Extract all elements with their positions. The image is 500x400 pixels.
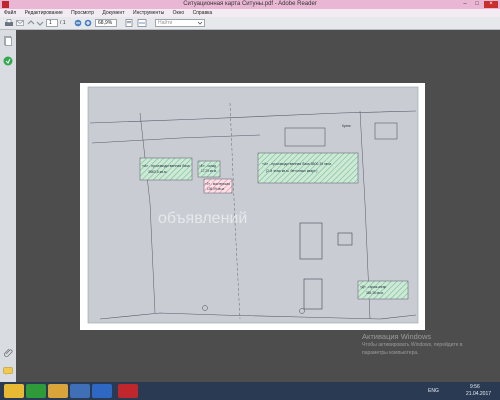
toolbar: 1 / 1 68,9% Найти [0, 17, 500, 30]
start-button[interactable] [4, 384, 24, 398]
menu-window[interactable]: Окно [173, 10, 185, 16]
svg-text:385,38 кв.м.: 385,38 кв.м. [366, 291, 384, 295]
paperclip-icon[interactable] [4, 348, 13, 357]
watermark-text: объявлений [158, 210, 247, 227]
previous-page-icon[interactable] [27, 19, 35, 27]
file-explorer-icon[interactable] [48, 384, 68, 398]
email-icon[interactable] [16, 19, 24, 27]
adobe-reader-taskbar-icon[interactable] [118, 384, 138, 398]
building-a-shape [139, 157, 193, 181]
menu-edit[interactable]: Редактирование [25, 10, 63, 16]
clock-time[interactable]: 9:56 [470, 384, 480, 390]
minimize-button[interactable]: – [460, 1, 470, 8]
menu-help[interactable]: Справка [193, 10, 213, 16]
svg-text:Кухня: Кухня [342, 124, 351, 128]
svg-text:«Д» - гараж-ангар: «Д» - гараж-ангар [360, 285, 387, 289]
attachments-icon[interactable] [3, 56, 13, 66]
zoom-out-icon[interactable] [74, 19, 82, 27]
comments-icon[interactable] [3, 367, 13, 376]
close-button[interactable]: × [484, 1, 498, 8]
svg-text:17,29 кв.м.: 17,29 кв.м. [201, 169, 217, 173]
menu-file[interactable]: Файл [4, 10, 16, 16]
taskbar: ENG 9:56 21.04.2017 [0, 382, 500, 400]
situation-map-scan: «А» - производственная база 3863,5 кв.м.… [87, 86, 419, 324]
clock-date[interactable]: 21.04.2017 [466, 391, 491, 397]
activation-line-1: Чтобы активировать Windows, перейдите в [362, 342, 463, 348]
menu-document[interactable]: Документ [102, 10, 124, 16]
media-player-icon[interactable] [26, 384, 46, 398]
svg-text:136,09 кв.м.: 136,09 кв.м. [207, 187, 225, 191]
chevron-down-icon[interactable] [197, 19, 203, 27]
svg-text:(2-й этаж кв.м. бетонных кварт: (2-й этаж кв.м. бетонных кварт.) [266, 169, 317, 173]
print-icon[interactable] [4, 19, 14, 27]
maximize-button[interactable]: □ [472, 1, 482, 8]
page-total: / 1 [60, 20, 66, 26]
activation-line-2: параметры компьютера. [362, 350, 419, 356]
next-page-icon[interactable] [36, 19, 44, 27]
menu-tools[interactable]: Инструменты [133, 10, 164, 16]
menu-bar: Файл Редактирование Просмотр Документ Ин… [0, 9, 500, 17]
fit-width-icon[interactable] [137, 19, 147, 27]
page-number-input[interactable]: 1 [46, 19, 58, 27]
svg-text:3863,5 кв.м.: 3863,5 кв.м. [148, 170, 167, 174]
building-e-shape [357, 280, 409, 300]
windows-activation-notice: Активация Windows Чтобы активировать Win… [362, 333, 463, 357]
word-icon[interactable] [92, 384, 112, 398]
navigation-panel [0, 30, 17, 382]
menu-view[interactable]: Просмотр [71, 10, 94, 16]
zoom-level-select[interactable]: 68,9% [95, 19, 117, 27]
svg-text:«Б» - склад: «Б» - склад [199, 164, 216, 168]
window-title: Ситуационная карта Ситуны.pdf - Adobe Re… [183, 1, 317, 7]
activation-title: Активация Windows [362, 332, 432, 341]
window-titlebar: Ситуационная карта Ситуны.pdf - Adobe Re… [0, 0, 500, 9]
pdf-page[interactable]: «А» - производственная база 3863,5 кв.м.… [80, 83, 425, 330]
svg-text:«А» - производственная база: «А» - производственная база [142, 164, 190, 168]
svg-text:«А» - производственная база 58: «А» - производственная база 5800,39 кв.м… [262, 162, 332, 166]
chrome-icon[interactable] [70, 384, 90, 398]
pages-icon[interactable] [4, 36, 12, 46]
language-indicator[interactable]: ENG [428, 388, 439, 394]
zoom-in-icon[interactable] [84, 19, 92, 27]
building-d-shape [257, 152, 359, 184]
svg-text:«Г» - мастерская: «Г» - мастерская [205, 182, 230, 186]
fit-page-icon[interactable] [125, 19, 133, 27]
